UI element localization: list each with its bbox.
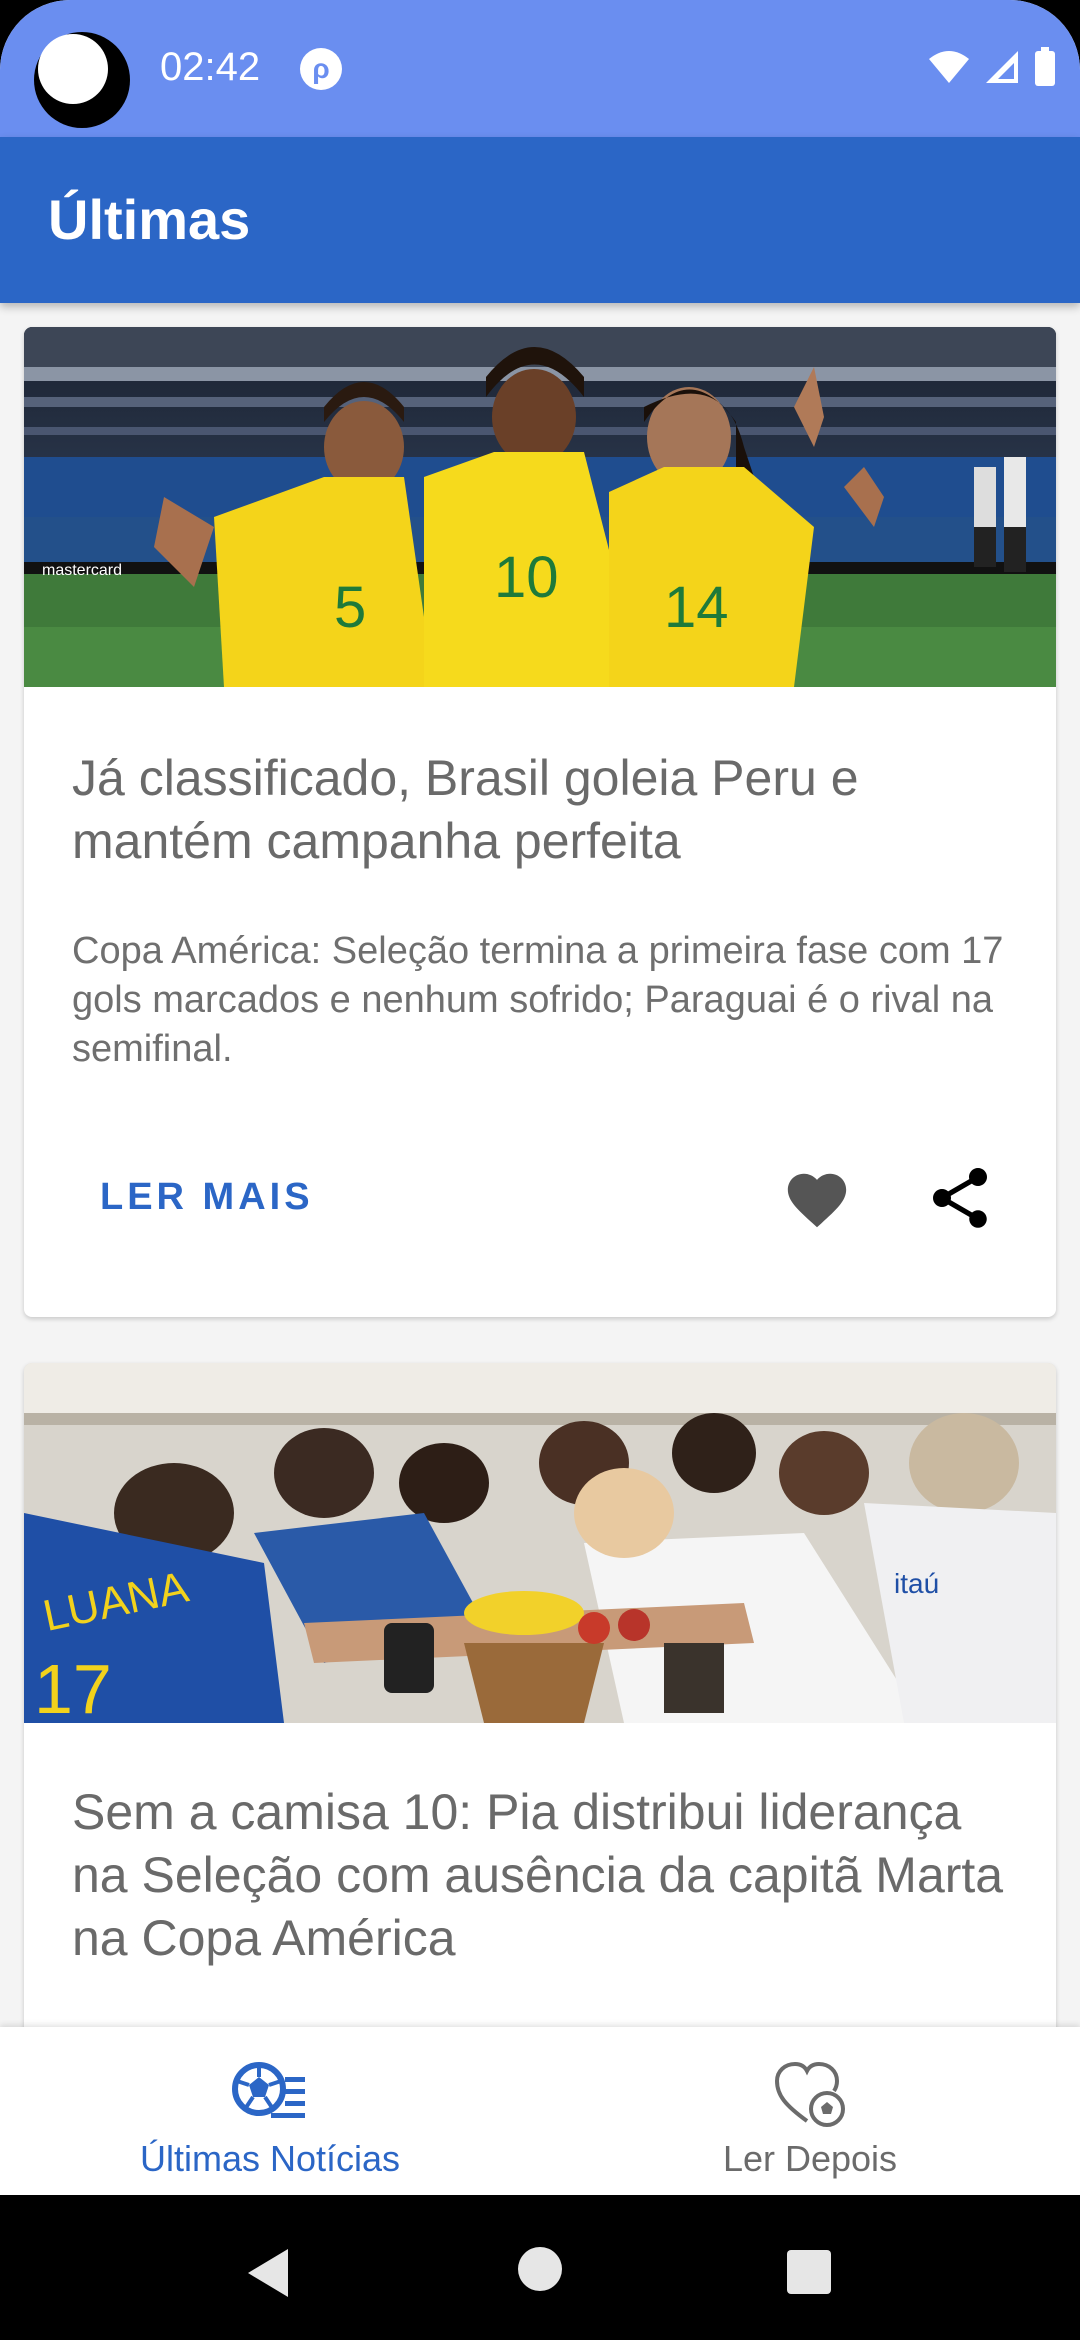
heart-ball-icon bbox=[774, 2061, 845, 2127]
svg-text:14: 14 bbox=[664, 575, 729, 640]
back-icon[interactable] bbox=[240, 2243, 300, 2303]
article-image[interactable]: mastercard 5 10 14 bbox=[24, 327, 1056, 687]
svg-text:mastercard: mastercard bbox=[42, 562, 122, 579]
photo-brazil-players-celebrating: mastercard 5 10 14 bbox=[24, 327, 1056, 687]
page-title: Últimas bbox=[48, 188, 251, 251]
article-image[interactable]: LUANA 17 itaú bbox=[24, 1363, 1056, 1723]
photo-team-huddle-locker-room: LUANA 17 itaú bbox=[24, 1363, 1056, 1723]
bottom-navigation: Últimas Notícias Ler Depois bbox=[0, 2027, 1080, 2195]
article-summary: Copa América: Seleção termina a primeira… bbox=[72, 930, 1004, 1070]
news-card[interactable]: mastercard 5 10 14 Já classificado, Bras… bbox=[24, 327, 1056, 1317]
share-icon[interactable] bbox=[924, 1162, 996, 1234]
read-more-button[interactable]: LER MAIS bbox=[100, 1175, 314, 1219]
article-title[interactable]: Já classificado, Brasil goleia Peru e ma… bbox=[72, 747, 1022, 873]
recent-apps-icon[interactable] bbox=[787, 2250, 831, 2294]
news-feed[interactable]: mastercard 5 10 14 Já classificado, Bras… bbox=[0, 303, 1080, 2027]
tab-label: Últimas Notícias bbox=[139, 2138, 401, 2179]
app-bar: Últimas bbox=[0, 137, 1080, 303]
app-notification-icon: ρ bbox=[300, 48, 342, 90]
svg-text:itaú: itaú bbox=[894, 1568, 939, 1599]
heart-icon[interactable] bbox=[782, 1165, 852, 1235]
tab-ultimas-noticias[interactable]: Últimas Notícias bbox=[0, 2027, 540, 2195]
front-camera bbox=[34, 32, 130, 128]
status-bar: 02:42 ρ bbox=[0, 0, 1080, 137]
article-title[interactable]: Sem a camisa 10: Pia distribui liderança… bbox=[72, 1781, 1022, 1970]
soccer-ball-list-icon bbox=[232, 2062, 305, 2118]
status-icons bbox=[928, 44, 1056, 90]
svg-text:5: 5 bbox=[334, 575, 366, 640]
battery-icon bbox=[1035, 47, 1055, 86]
svg-text:10: 10 bbox=[494, 545, 559, 610]
wifi-icon bbox=[929, 51, 969, 83]
tab-ler-depois[interactable]: Ler Depois bbox=[540, 2027, 1080, 2195]
signal-icon bbox=[986, 51, 1018, 83]
phone-screen: 02:42 ρ Últimas mastercard 5 10 14 Já cl… bbox=[0, 0, 1080, 2340]
news-card[interactable]: LUANA 17 itaú Sem a camisa 10: Pia distr… bbox=[24, 1363, 1056, 2027]
system-navigation-bar bbox=[0, 2195, 1080, 2340]
home-icon[interactable] bbox=[518, 2247, 562, 2291]
status-clock: 02:42 bbox=[160, 45, 261, 89]
tab-label: Ler Depois bbox=[722, 2138, 898, 2179]
svg-text:17: 17 bbox=[34, 1650, 112, 1723]
